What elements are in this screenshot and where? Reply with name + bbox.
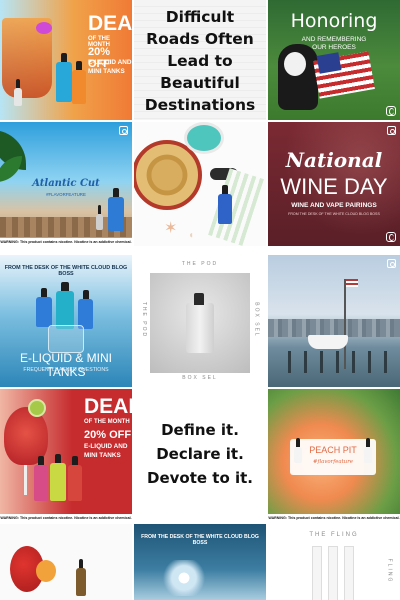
lime-slice-icon — [28, 399, 46, 417]
deal-line-3: E-LIQUID AND — [88, 59, 132, 66]
post-flowers[interactable] — [0, 524, 132, 600]
water-splash — [154, 560, 214, 596]
pod-side-right: BOX SEL — [253, 302, 260, 338]
desk-header: FROM THE DESK OF THE WHITE CLOUD BLOG BO… — [141, 534, 259, 546]
deal-line-3: E-LIQUID AND — [84, 443, 128, 450]
desk-header: FROM THE DESK OF THE WHITE CLOUD BLOG BO… — [4, 265, 128, 277]
shell-icon: ◖ — [188, 230, 195, 241]
post-flatlay-beach[interactable]: ✶ ◖ — [134, 122, 266, 246]
eliquid-sub: FREQUENTLY ASKED QUESTIONS — [23, 367, 109, 373]
wine-title-2: WINE DAY — [280, 174, 388, 199]
deal-line-2: 20% OFF — [88, 46, 111, 70]
post-marina[interactable] — [268, 255, 400, 387]
fling-title: THE FLING — [309, 532, 359, 538]
dog-face — [284, 52, 306, 76]
glass-stem — [24, 465, 27, 495]
honoring-sub-2: OUR HEROES — [312, 44, 356, 51]
pod-bottom-label: BOX SEL — [182, 375, 218, 381]
eliquid-bottle — [218, 185, 232, 224]
post-national-wine-day[interactable]: National WINE DAY WINE AND VAPE PAIRINGS… — [268, 122, 400, 246]
deal-title: DEAL — [84, 395, 132, 418]
fling-device — [344, 546, 354, 600]
eliquid-bottle — [56, 282, 74, 329]
eliquid-bottle — [108, 188, 124, 231]
eliquid-bottle — [56, 53, 72, 102]
brand-logo-icon — [386, 232, 396, 242]
define-line-3: Devote to it. — [147, 469, 253, 487]
eliquid-bottle — [68, 456, 82, 501]
nicotine-warning: WARNING: This product contains nicotine.… — [0, 514, 132, 522]
drink-cup — [184, 122, 224, 154]
honoring-sub-1: AND REMEMBERING — [301, 36, 367, 43]
define-line-2: Declare it. — [156, 445, 244, 463]
deal-line-2: 20% OFF — [84, 429, 132, 441]
pod-mouthpiece — [194, 293, 204, 305]
feed-grid: DEAL OF THE MONTH 20% OFF E-LIQUID AND M… — [0, 0, 400, 600]
flower-icon — [36, 22, 52, 34]
flag-canton — [316, 52, 342, 74]
flower-bouquet — [36, 560, 56, 582]
dock-posts — [288, 351, 388, 373]
camera-icon — [387, 126, 396, 135]
fling-device — [328, 546, 338, 600]
eliquid-bottle — [76, 559, 86, 596]
eliquid-bottle — [96, 205, 103, 230]
honoring-title: Honoring — [290, 10, 378, 32]
eliquid-title: E-LIQUID & MINI TANKS — [19, 351, 112, 379]
wine-title: National — [285, 148, 383, 172]
post-the-fling[interactable]: THE FLING FLING — [268, 524, 400, 600]
post-deal-of-month-2[interactable]: DEAL OF THE MONTH 20% OFF E-LIQUID AND M… — [0, 389, 132, 522]
eliquid-bottle — [294, 438, 302, 463]
deal-line-4: MINI TANKS — [88, 68, 125, 75]
deal-line-1: OF THE MONTH — [84, 419, 130, 425]
eliquid-bottle — [364, 438, 372, 463]
eliquid-bottle — [36, 288, 52, 327]
post-deal-of-month[interactable]: DEAL OF THE MONTH 20% OFF E-LIQUID AND M… — [0, 0, 132, 120]
pod-top-label: THE POD — [181, 261, 219, 267]
post-atlantic-cut[interactable]: Atlantic Cut #FLAVORFEATURE WARNING: Thi… — [0, 122, 132, 246]
post-peach-pit[interactable]: PEACH PIT #flavorfeature WARNING: This p… — [268, 389, 400, 522]
define-line-1: Define it. — [161, 421, 239, 439]
eliquid-bottle — [14, 79, 22, 106]
atlantic-title: Atlantic Cut — [32, 178, 100, 189]
fling-device — [312, 546, 322, 600]
camera-icon — [119, 126, 128, 135]
post-eliquid-mini-tanks[interactable]: FROM THE DESK OF THE WHITE CLOUD BLOG BO… — [0, 255, 132, 387]
starfish-icon: ✶ — [164, 220, 178, 237]
eliquid-bottle — [34, 456, 48, 501]
wine-sub: WINE AND VAPE PAIRINGS — [291, 202, 377, 209]
post-honoring-heroes[interactable]: Honoring AND REMEMBERING OUR HEROES — [268, 0, 400, 120]
eliquid-bottle — [50, 454, 66, 501]
deal-line-4: MINI TANKS — [84, 452, 121, 459]
wine-tiny: FROM THE DESK OF THE WHITE CLOUD BLOG BO… — [288, 212, 380, 216]
eliquid-bottle — [72, 61, 86, 104]
quote-text: Difficult Roads Often Lead to Beautiful … — [144, 8, 256, 114]
post-the-pod[interactable]: THE POD BOX SEL THE POD BOX SEL — [134, 255, 266, 387]
flag-icon — [346, 279, 358, 287]
mini-tank-icon — [48, 325, 84, 353]
nicotine-warning: WARNING: This product contains nicotine.… — [268, 514, 400, 522]
post-desk-blog-boss[interactable]: FROM THE DESK OF THE WHITE CLOUD BLOG BO… — [134, 524, 266, 600]
nicotine-warning: WARNING: This product contains nicotine.… — [0, 238, 132, 246]
atlantic-sub: #FLAVORFEATURE — [46, 192, 86, 197]
brand-logo-icon — [386, 106, 396, 116]
post-quote-difficult-roads[interactable]: Difficult Roads Often Lead to Beautiful … — [134, 0, 266, 120]
pod-device — [186, 303, 214, 353]
boat-image — [308, 335, 348, 349]
deal-title: DEAL — [88, 12, 132, 35]
fling-side: FLING — [386, 558, 393, 584]
post-quote-define-it[interactable]: Define it. Declare it. Devote to it. — [134, 389, 266, 522]
camera-icon — [387, 259, 396, 268]
pod-side-left: THE POD — [141, 301, 148, 339]
